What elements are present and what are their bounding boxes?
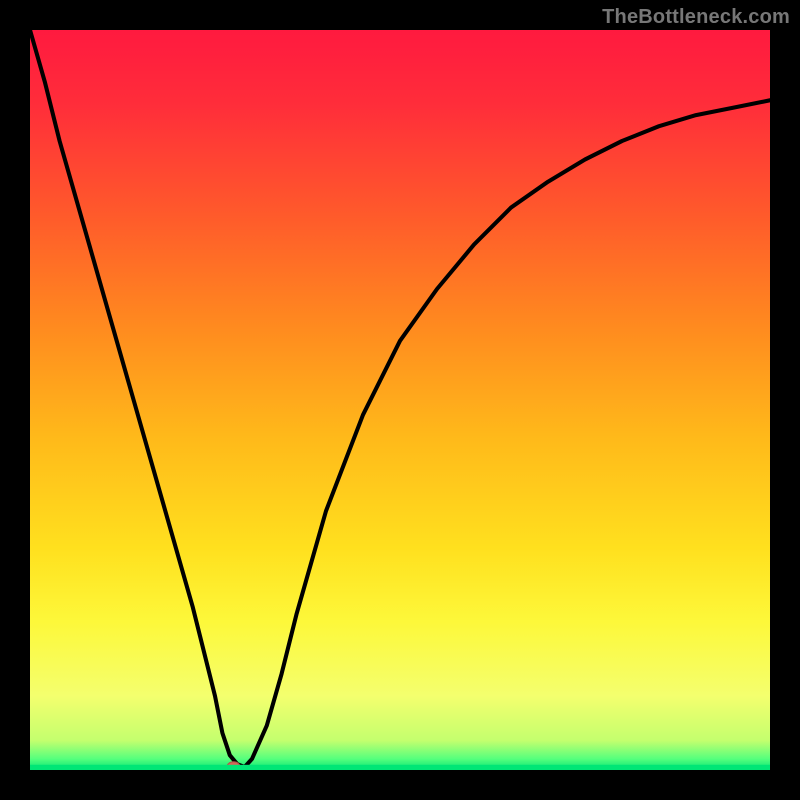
bottleneck-curve [30, 30, 770, 770]
plot-area [30, 30, 770, 770]
chart-frame: TheBottleneck.com [0, 0, 800, 800]
watermark-text: TheBottleneck.com [602, 6, 790, 29]
bottom-strip [30, 765, 770, 770]
